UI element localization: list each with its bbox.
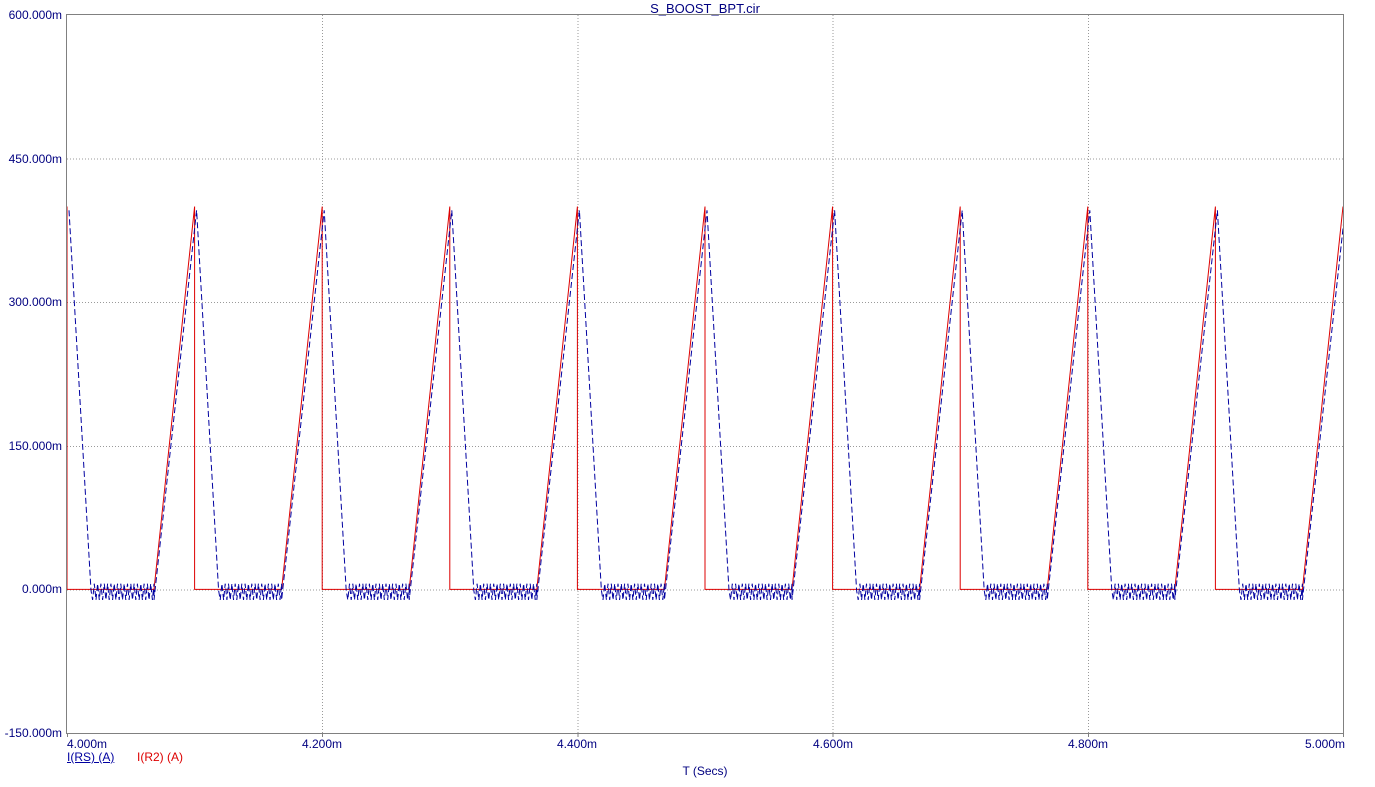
legend: I(RS) (A) I(R2) (A) xyxy=(0,750,1375,766)
y-tick-label: 450.000m xyxy=(8,152,62,166)
y-tick-label: 0.000m xyxy=(21,582,62,596)
legend-item-irs[interactable]: I(RS) (A) xyxy=(67,750,114,764)
x-tick-label: 4.400m xyxy=(556,737,598,751)
x-tick-label: 5.000m xyxy=(1304,737,1345,751)
plot-canvas[interactable] xyxy=(0,0,1375,787)
x-tick-label: 4.800m xyxy=(1067,737,1109,751)
traces xyxy=(67,206,1343,600)
y-tick-label: 600.000m xyxy=(8,8,62,22)
y-tick-label: 300.000m xyxy=(8,295,62,309)
x-tick-label: 4.200m xyxy=(301,737,343,751)
y-tick-label: -150.000m xyxy=(4,726,62,740)
x-axis-title: T (Secs) xyxy=(682,764,728,778)
y-tick-label: 150.000m xyxy=(8,439,62,453)
x-tick-label: 4.000m xyxy=(67,737,108,751)
trace-i-rs-a xyxy=(68,210,1343,600)
legend-item-ir2[interactable]: I(R2) (A) xyxy=(137,750,183,764)
x-tick-label: 4.600m xyxy=(812,737,854,751)
trace-i-r2-a xyxy=(67,206,1343,590)
plot-window: S_BOOST_BPT.cir 600.000m 450.000m 300.00… xyxy=(0,0,1375,787)
